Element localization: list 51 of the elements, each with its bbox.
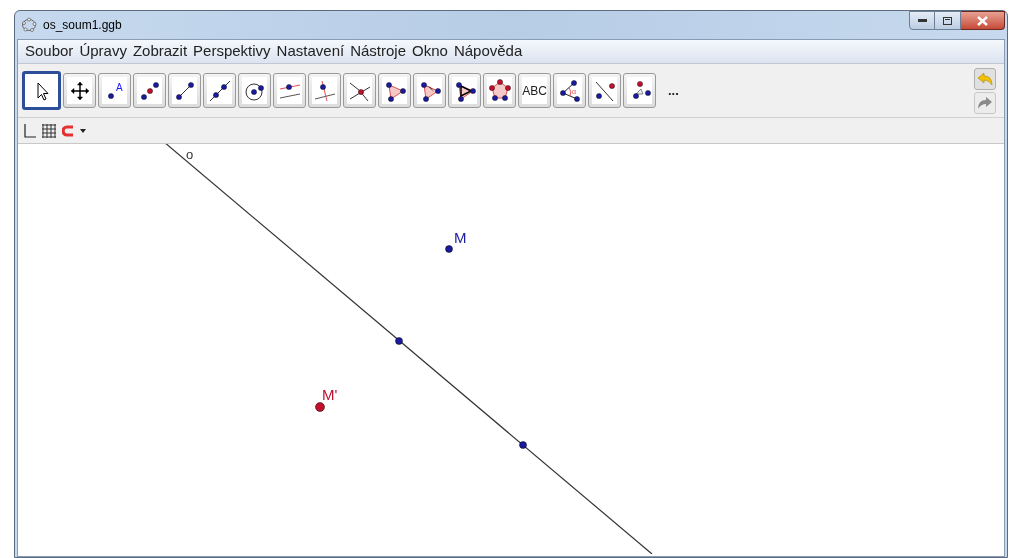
close-button[interactable] xyxy=(961,11,1005,30)
point[interactable] xyxy=(315,402,325,412)
tool-button[interactable] xyxy=(588,73,621,108)
line-tool-icon xyxy=(207,78,232,103)
tool-button[interactable] xyxy=(483,73,516,108)
minimize-button[interactable] xyxy=(909,11,935,30)
tool-button[interactable] xyxy=(22,71,61,110)
tool-button[interactable] xyxy=(343,73,376,108)
grid-icon[interactable] xyxy=(42,123,56,138)
more-tools[interactable]: ... xyxy=(668,80,679,101)
app-icon xyxy=(21,17,37,33)
menu-item[interactable]: Okno xyxy=(409,40,451,63)
menu-item[interactable]: Úpravy xyxy=(76,40,130,63)
menu-item[interactable]: Perspektivy xyxy=(190,40,274,63)
redo-icon xyxy=(977,95,993,110)
menu-item[interactable]: Soubor xyxy=(22,40,77,63)
maximize-button[interactable] xyxy=(935,11,961,30)
axes-icon[interactable] xyxy=(22,123,36,138)
menu-item[interactable]: Nastavení xyxy=(273,40,348,63)
tool-button[interactable] xyxy=(273,73,306,108)
perpendicular-tool-icon xyxy=(312,78,337,103)
window-title: os_soum1.ggb xyxy=(43,17,122,34)
menu-item[interactable]: Nástroje xyxy=(347,40,409,63)
point[interactable] xyxy=(445,245,453,253)
polygon-tool-icon xyxy=(487,78,512,103)
tool-button[interactable] xyxy=(378,73,411,108)
point[interactable] xyxy=(519,441,527,449)
point-label: M xyxy=(454,229,467,246)
tool-button[interactable] xyxy=(413,73,446,108)
undo-icon xyxy=(977,71,993,86)
menu-item[interactable]: Nápověda xyxy=(450,40,526,63)
tool-button[interactable] xyxy=(623,73,656,108)
magnet-icon[interactable] xyxy=(62,124,74,137)
menu-item[interactable]: Zobrazit xyxy=(129,40,191,63)
maximize-icon xyxy=(943,16,952,25)
dropdown-caret-icon[interactable] xyxy=(80,128,86,133)
tool-button[interactable]: ABC xyxy=(518,73,551,108)
tool-button[interactable] xyxy=(308,73,341,108)
minimize-icon xyxy=(917,19,927,22)
text-tool-label: ABC xyxy=(522,82,547,100)
tool-button[interactable] xyxy=(63,73,96,108)
close-icon xyxy=(977,15,988,26)
tool-button[interactable] xyxy=(448,73,481,108)
point-label: M' xyxy=(322,386,338,403)
line-label: o xyxy=(186,147,194,162)
redo-button[interactable] xyxy=(974,91,996,114)
tool-button[interactable] xyxy=(238,73,271,108)
tool-button[interactable] xyxy=(168,73,201,108)
point[interactable] xyxy=(395,337,403,345)
tool-button[interactable] xyxy=(133,73,166,108)
tool-button[interactable] xyxy=(203,73,236,108)
